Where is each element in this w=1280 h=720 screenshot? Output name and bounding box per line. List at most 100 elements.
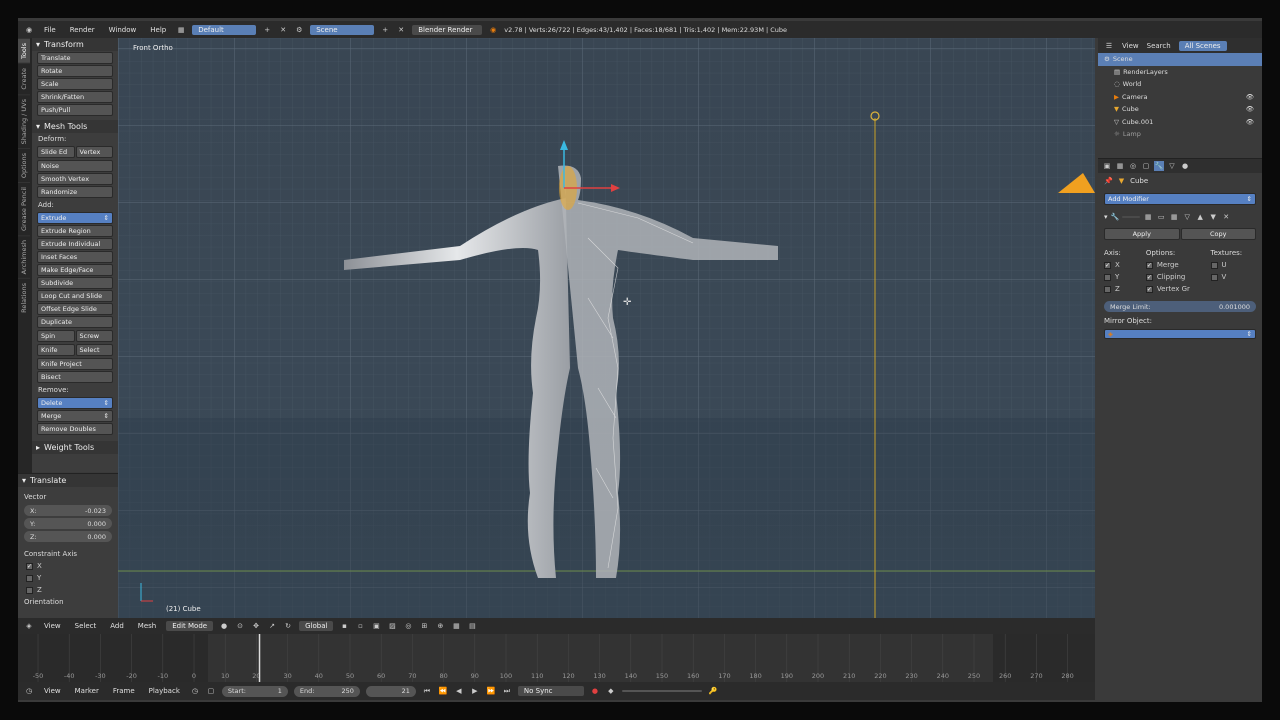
close-icon[interactable]: ✕ — [1221, 212, 1231, 222]
remove-scene-icon[interactable]: ✕ — [396, 25, 406, 35]
next-keyframe-icon[interactable]: ⏩ — [486, 686, 496, 696]
menu-add[interactable]: Add — [106, 622, 128, 630]
layout-selector[interactable]: Default — [192, 24, 257, 35]
modifiers-tab-icon[interactable]: 🔧 — [1154, 161, 1164, 171]
outliner-item-lamp[interactable]: ☼ Lamp — [1098, 128, 1262, 141]
add-scene-icon[interactable]: + — [380, 25, 390, 35]
sync-selector[interactable]: No Sync — [517, 686, 584, 696]
vertex-groups-checkbox[interactable]: ✓ Vertex Gr — [1145, 283, 1207, 295]
tab-options[interactable]: Options — [18, 147, 30, 183]
preview-range-icon[interactable]: ◷ — [190, 686, 200, 696]
weight-tools-panel-header[interactable]: ▸ Weight Tools — [32, 441, 118, 454]
opengl-render-icon[interactable]: ▤ — [467, 621, 477, 631]
orientation-selector[interactable]: Global — [299, 621, 334, 631]
menu-window[interactable]: Window — [105, 26, 141, 34]
snap-icon[interactable]: ⊞ — [419, 621, 429, 631]
scene-selector[interactable]: Scene — [310, 24, 375, 35]
screw-button[interactable]: Screw — [75, 330, 113, 342]
outliner-search-menu[interactable]: Search — [1147, 42, 1171, 50]
menu-file[interactable]: File — [40, 26, 60, 34]
merge-checkbox[interactable]: ✓ Merge — [1145, 259, 1207, 271]
rotate-manip-icon[interactable]: ↻ — [283, 621, 293, 631]
vector-y-field[interactable]: Y: 0.000 — [24, 518, 112, 529]
make-edge-face-button[interactable]: Make Edge/Face — [37, 264, 113, 276]
screen-layout-icon[interactable]: ▦ — [176, 25, 186, 35]
vertex-select-icon[interactable]: ▪ — [339, 621, 349, 631]
snap-target-icon[interactable]: ⊕ — [435, 621, 445, 631]
copy-button[interactable]: Copy — [1180, 228, 1256, 240]
menu-view[interactable]: View — [40, 622, 65, 630]
extrude-region-button[interactable]: Extrude Region — [37, 225, 113, 237]
axis-z-checkbox[interactable]: Z — [1104, 283, 1142, 295]
knife-project-button[interactable]: Knife Project — [37, 358, 113, 370]
pin-icon[interactable]: 📌 — [1104, 177, 1113, 185]
rotate-button[interactable]: Rotate — [37, 65, 113, 77]
lock-range-icon[interactable]: ▢ — [206, 686, 216, 696]
mesh-tools-panel-header[interactable]: ▾ Mesh Tools — [32, 120, 118, 133]
outliner-item-cube-001[interactable]: ▽ Cube.001 👁 — [1098, 116, 1262, 129]
move-up-icon[interactable]: ▲ — [1195, 212, 1205, 222]
slide-edge-button[interactable]: Slide Ed — [37, 146, 75, 158]
transform-panel-header[interactable]: ▾ Transform — [32, 38, 118, 51]
outliner-editor-icon[interactable]: ☰ — [1104, 41, 1114, 51]
keying-set-field[interactable] — [621, 690, 702, 692]
cage-toggle-icon[interactable]: ▽ — [1182, 212, 1192, 222]
smooth-vertex-button[interactable]: Smooth Vertex — [37, 173, 113, 185]
record-icon[interactable]: ● — [590, 686, 600, 696]
tab-archimesh[interactable]: Archimesh — [18, 235, 30, 279]
menu-playback[interactable]: Playback — [145, 687, 184, 695]
outliner-item-scene[interactable]: ⚙ Scene — [1098, 53, 1262, 66]
render-preview-icon[interactable]: ▦ — [451, 621, 461, 631]
menu-frame[interactable]: Frame — [109, 687, 139, 695]
merge-limit-field[interactable]: Merge Limit: 0.001000 — [1104, 301, 1256, 312]
remove-doubles-button[interactable]: Remove Doubles — [37, 423, 113, 435]
scene-icon[interactable]: ⚙ — [294, 25, 304, 35]
menu-help[interactable]: Help — [146, 26, 170, 34]
scale-button[interactable]: Scale — [37, 78, 113, 90]
jump-start-icon[interactable]: ⏮ — [422, 686, 432, 696]
axis-x-checkbox[interactable]: ✓ X — [1104, 259, 1142, 271]
tab-relations[interactable]: Relations — [18, 278, 30, 318]
end-frame-field[interactable]: End: 250 — [293, 685, 360, 697]
outliner-item-cube[interactable]: ▼ Cube 👁 — [1098, 103, 1262, 116]
translate-button[interactable]: Translate — [37, 52, 113, 64]
outliner-view-menu[interactable]: View — [1122, 42, 1139, 50]
tab-tools[interactable]: Tools — [18, 38, 30, 64]
menu-select[interactable]: Select — [71, 622, 101, 630]
object-tab-icon[interactable]: ▢ — [1141, 161, 1151, 171]
limit-selection-icon[interactable]: ▨ — [387, 621, 397, 631]
menu-mesh[interactable]: Mesh — [134, 622, 160, 630]
tab-create[interactable]: Create — [18, 63, 30, 94]
noise-button[interactable]: Noise — [37, 160, 113, 172]
edge-select-icon[interactable]: ▫ — [355, 621, 365, 631]
vector-x-field[interactable]: X: -0.023 — [24, 505, 112, 516]
editor-type-icon[interactable]: ◷ — [24, 686, 34, 696]
prev-keyframe-icon[interactable]: ⏪ — [438, 686, 448, 696]
duplicate-button[interactable]: Duplicate — [37, 316, 113, 328]
translate-manip-icon[interactable]: ↗ — [267, 621, 277, 631]
vector-z-field[interactable]: Z: 0.000 — [24, 531, 112, 542]
push-pull-button[interactable]: Push/Pull — [37, 104, 113, 116]
render-engine-selector[interactable]: Blender Render — [412, 24, 483, 35]
inset-faces-button[interactable]: Inset Faces — [37, 251, 113, 263]
shading-icon[interactable]: ● — [219, 621, 229, 631]
shrink-fatten-button[interactable]: Shrink/Fatten — [37, 91, 113, 103]
current-frame-field[interactable]: 21 — [365, 685, 416, 697]
visibility-eye-icon[interactable]: 👁 — [1246, 118, 1262, 126]
knife-button[interactable]: Knife — [37, 344, 75, 356]
outliner-display-mode[interactable]: All Scenes — [1178, 40, 1227, 51]
mirror-object-field[interactable]: ◈ ⇕ — [1104, 329, 1256, 339]
spin-button[interactable]: Spin — [37, 330, 75, 342]
loop-cut-button[interactable]: Loop Cut and Slide — [37, 290, 113, 302]
viewport-toggle-icon[interactable]: ▭ — [1156, 212, 1166, 222]
axis-y-checkbox[interactable]: Y — [1104, 271, 1142, 283]
world-tab-icon[interactable]: ◎ — [1128, 161, 1138, 171]
render-tab-icon[interactable]: ▣ — [1102, 161, 1112, 171]
outliner-item-world[interactable]: ◌ World — [1098, 78, 1262, 91]
extrude-button[interactable]: Extrude ⇕ — [37, 212, 113, 224]
add-modifier-dropdown[interactable]: Add Modifier ⇕ — [1104, 193, 1256, 205]
insert-keyframe-icon[interactable]: 🔑 — [708, 686, 718, 696]
outliner-item-renderlayers[interactable]: ▤ RenderLayers — [1098, 66, 1262, 79]
slide-vertex-button[interactable]: Vertex — [75, 146, 113, 158]
play-icon[interactable]: ▶ — [470, 686, 480, 696]
